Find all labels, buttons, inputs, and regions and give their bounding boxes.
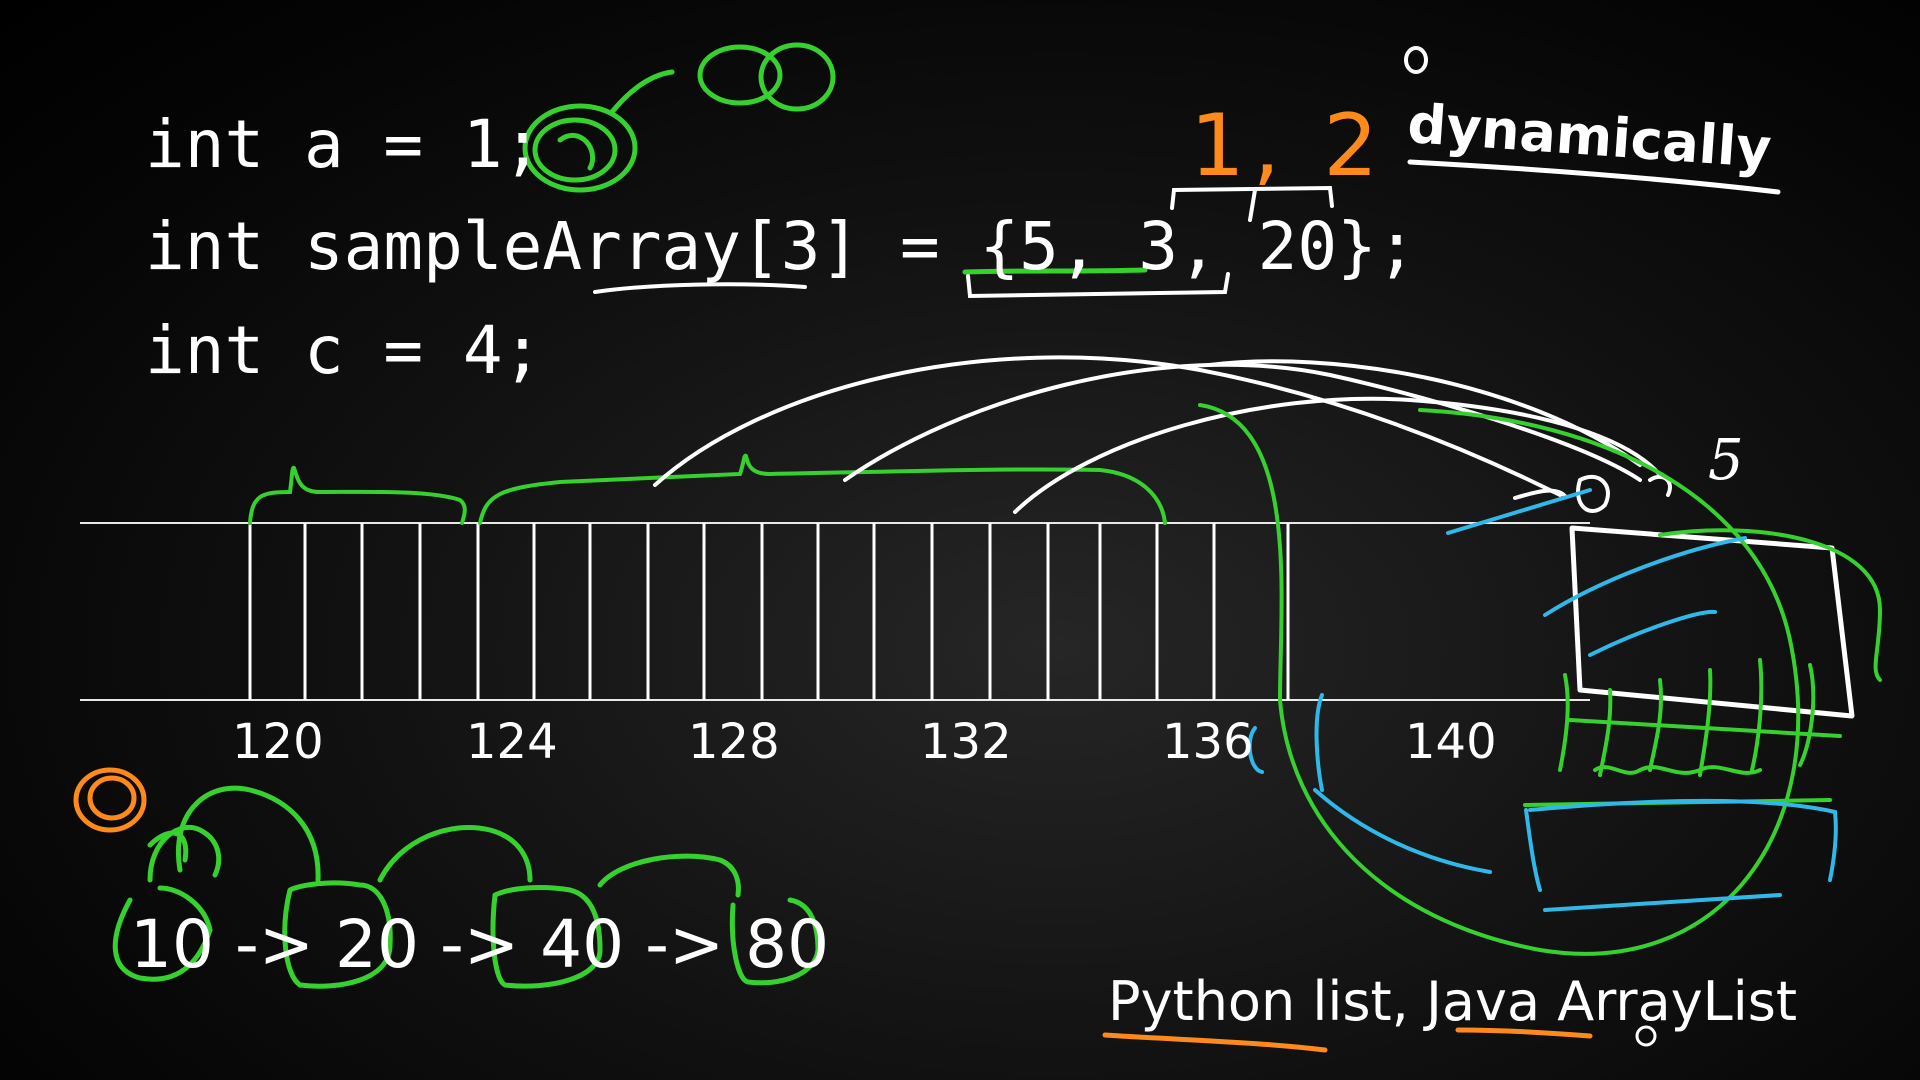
green-scribble-int-a xyxy=(522,42,836,193)
added-values-label: 1, 2 xyxy=(1190,96,1387,196)
size-five-label: 5 xyxy=(1708,428,1744,493)
address-label-128: 128 xyxy=(688,714,780,770)
memory-cells xyxy=(248,523,1290,700)
address-label-132: 132 xyxy=(920,714,1012,770)
orange-circle-mark xyxy=(73,767,147,833)
code-line-int-c: int c = 4; xyxy=(145,312,543,389)
address-label-124: 124 xyxy=(466,714,558,770)
address-label-120: 120 xyxy=(232,714,324,770)
caption-underlines xyxy=(1102,1027,1593,1053)
small-circle-mark xyxy=(1404,46,1428,74)
code-line-int-a: int a = 1; xyxy=(145,106,543,183)
linked-list-example: 10 -> 20 -> 40 -> 80 xyxy=(130,906,830,983)
green-brace-int-a xyxy=(248,465,467,525)
address-label-136: 136 xyxy=(1162,714,1254,770)
python-java-caption: Python list, Java ArrayList xyxy=(1108,970,1798,1033)
address-label-140: 140 xyxy=(1405,714,1497,770)
green-brace-array xyxy=(478,453,1167,525)
code-line-sample-array: int sampleArray[3] = {5, 3, 20}; xyxy=(145,208,1417,285)
copy-arrows xyxy=(653,355,1662,514)
